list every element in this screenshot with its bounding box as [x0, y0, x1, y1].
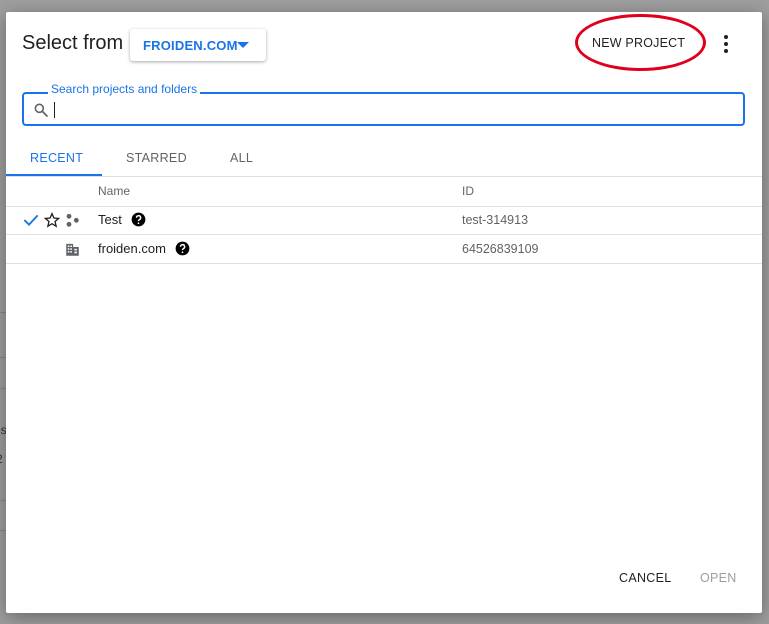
organization-name-text: froiden.com — [98, 241, 166, 256]
help-icon[interactable] — [175, 241, 190, 256]
organization-icon — [66, 243, 79, 256]
table-row[interactable]: froiden.com 64526839109 — [6, 235, 762, 264]
project-icon — [66, 213, 79, 227]
text-cursor — [54, 102, 55, 118]
select-project-dialog: Select from FROIDEN.COM NEW PROJECT Sear… — [6, 12, 762, 613]
star-outline-icon[interactable] — [44, 212, 60, 228]
organization-name: froiden.com — [98, 241, 166, 256]
more-vert-icon[interactable] — [718, 34, 734, 54]
project-id: test-314913 — [462, 213, 529, 227]
dropdown-arrow-icon — [237, 42, 249, 48]
organization-id: 64526839109 — [462, 242, 539, 256]
tab-all[interactable]: ALL — [230, 151, 253, 165]
tab-bar: RECENT STARRED ALL — [6, 142, 762, 177]
search-input[interactable] — [57, 98, 727, 120]
background-text: 2 — [0, 452, 3, 466]
organization-select-value: FROIDEN.COM — [143, 37, 238, 53]
open-button[interactable]: OPEN — [700, 571, 737, 585]
column-header-name[interactable]: Name — [98, 184, 130, 198]
column-header-id[interactable]: ID — [462, 184, 474, 198]
search-field[interactable] — [22, 92, 745, 126]
project-name-text: Test — [98, 212, 122, 227]
project-name: Test — [98, 212, 122, 227]
cancel-button[interactable]: CANCEL — [619, 571, 672, 585]
new-project-button[interactable]: NEW PROJECT — [592, 36, 685, 50]
table-row[interactable]: Test test-314913 — [6, 206, 762, 235]
help-icon[interactable] — [131, 212, 146, 227]
tab-recent[interactable]: RECENT — [30, 151, 83, 165]
dialog-title: Select from — [22, 32, 124, 54]
search-icon — [34, 103, 48, 117]
active-tab-indicator — [6, 174, 102, 176]
tab-starred[interactable]: STARRED — [126, 151, 187, 165]
check-icon — [23, 214, 39, 227]
search-label: Search projects and folders — [48, 82, 201, 96]
organization-select[interactable]: FROIDEN.COM — [130, 29, 266, 61]
table-header: Name ID — [6, 177, 762, 207]
